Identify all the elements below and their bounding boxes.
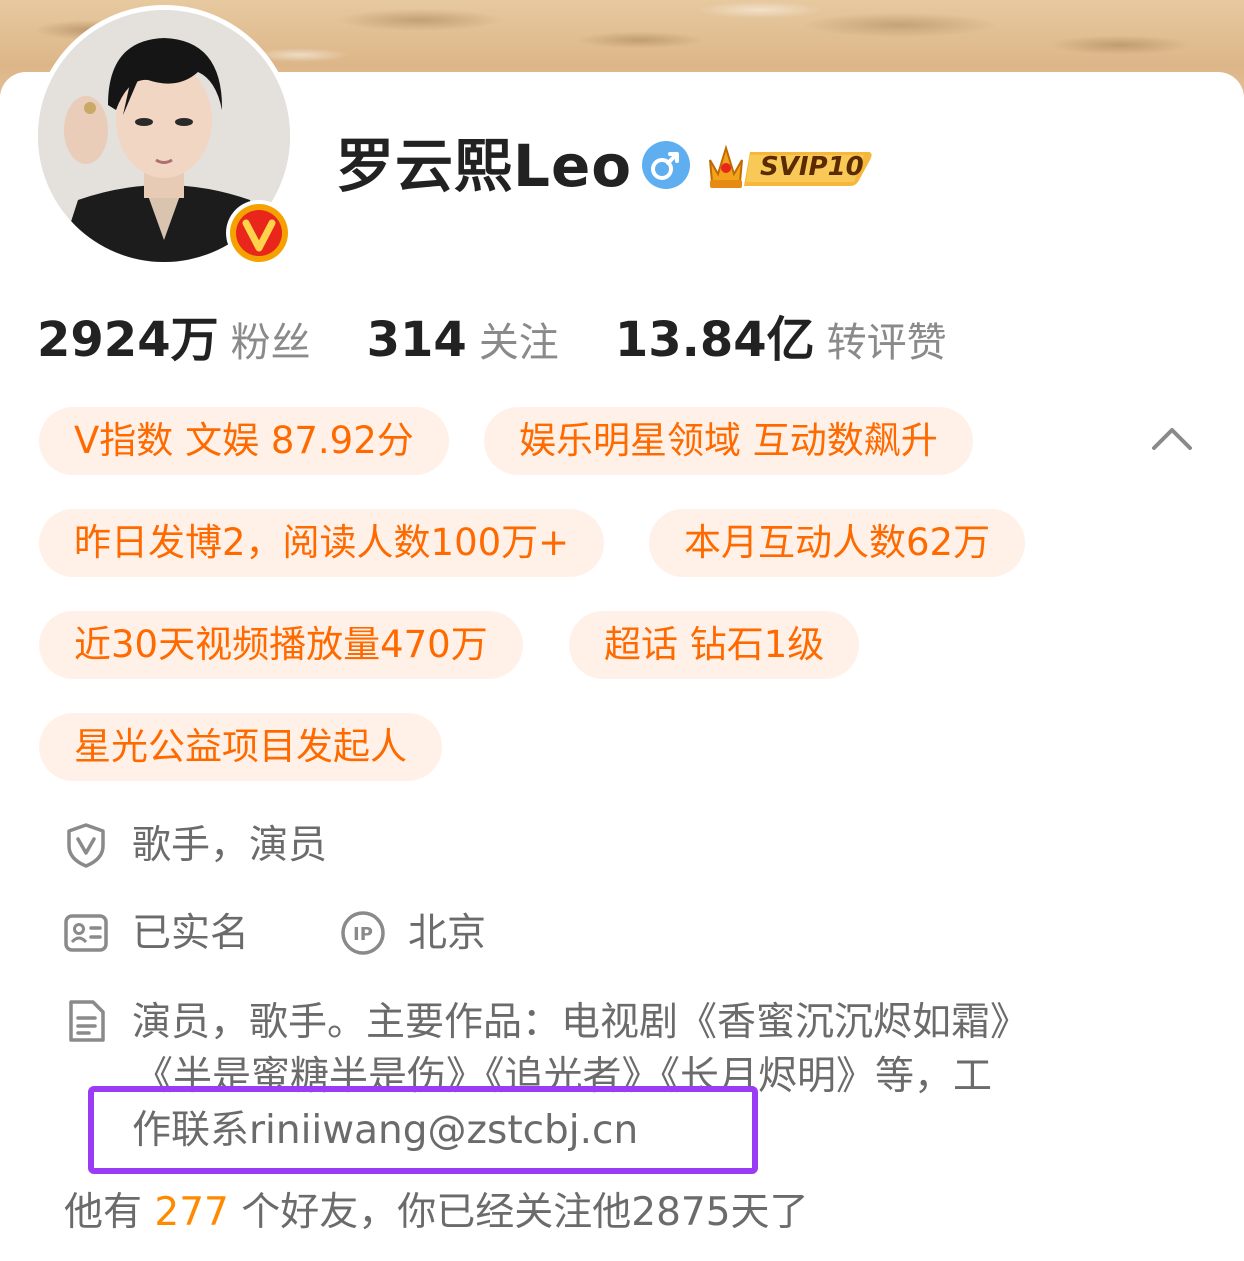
tag-v-index[interactable]: V指数 文娱 87.92分 [39, 407, 449, 475]
bio-line-1: 演员，歌手。主要作品：电视剧《香蜜沉沉烬如霜》 [132, 1000, 1030, 1045]
svg-text:IP: IP [353, 924, 373, 945]
id-card-icon [64, 914, 108, 952]
real-name-text: 已实名 [132, 911, 250, 956]
stats-bar: 2924万 粉丝 314 关注 13.84亿 转评赞 [37, 300, 1003, 370]
highlight-box [88, 1086, 758, 1174]
verified-v-icon [226, 200, 292, 266]
tag-monthly-interaction[interactable]: 本月互动人数62万 [649, 509, 1026, 577]
document-icon [69, 1000, 105, 1042]
tag-interaction-rise[interactable]: 娱乐明星领域 互动数飙升 [484, 407, 973, 475]
certification-text: 歌手，演员 [132, 823, 328, 868]
tag-yesterday-posts[interactable]: 昨日发博2，阅读人数100万+ [39, 509, 605, 577]
ip-location-text: 北京 [408, 911, 487, 956]
svip-badge[interactable]: SVIP10 [704, 138, 874, 194]
friends-suffix: 个好友，你已经关注他2875天了 [241, 1190, 809, 1235]
friends-line: 他有 277 个好友，你已经关注他2875天了 [64, 1186, 809, 1240]
stat-likes[interactable]: 13.84亿 转评赞 [615, 300, 947, 370]
tag-supertopic[interactable]: 超话 钻石1级 [569, 611, 860, 679]
stat-following[interactable]: 314 关注 [367, 310, 559, 368]
shield-v-icon [67, 823, 105, 868]
tag-video-plays[interactable]: 近30天视频播放量470万 [39, 611, 523, 679]
male-icon [642, 141, 690, 189]
chevron-up-icon[interactable] [1150, 424, 1194, 454]
friends-prefix: 他有 [64, 1190, 143, 1235]
tag-charity[interactable]: 星光公益项目发起人 [39, 713, 442, 781]
friends-count[interactable]: 277 [154, 1190, 228, 1235]
ip-location-icon: IP [341, 911, 385, 955]
svip-label: SVIP10 [760, 152, 864, 182]
stat-fans[interactable]: 2924万 粉丝 [37, 300, 311, 370]
profile-name: 罗云熙Leo [336, 132, 633, 200]
